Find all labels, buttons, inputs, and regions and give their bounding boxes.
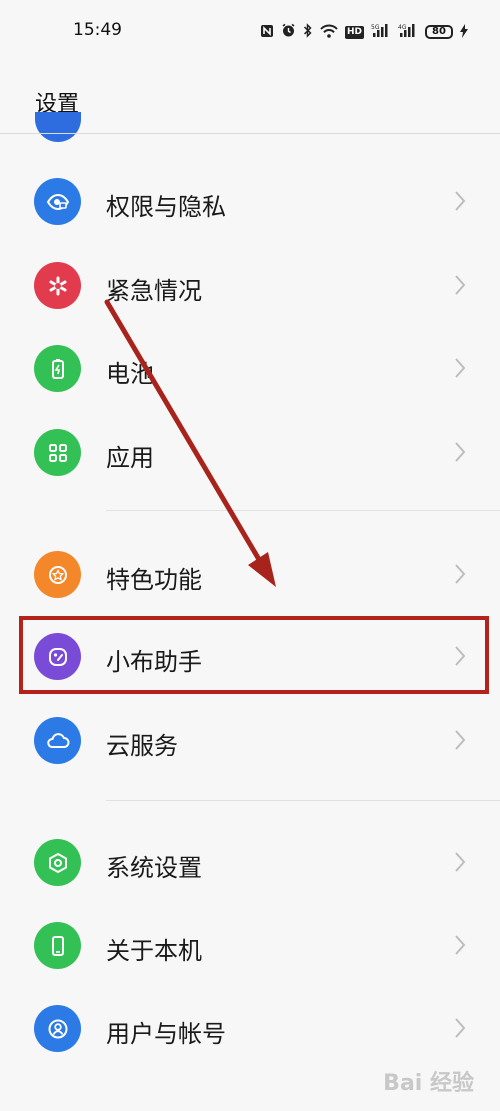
- annotation-arrow: [104, 299, 276, 587]
- watermark: Bai 经验: [383, 1071, 474, 1096]
